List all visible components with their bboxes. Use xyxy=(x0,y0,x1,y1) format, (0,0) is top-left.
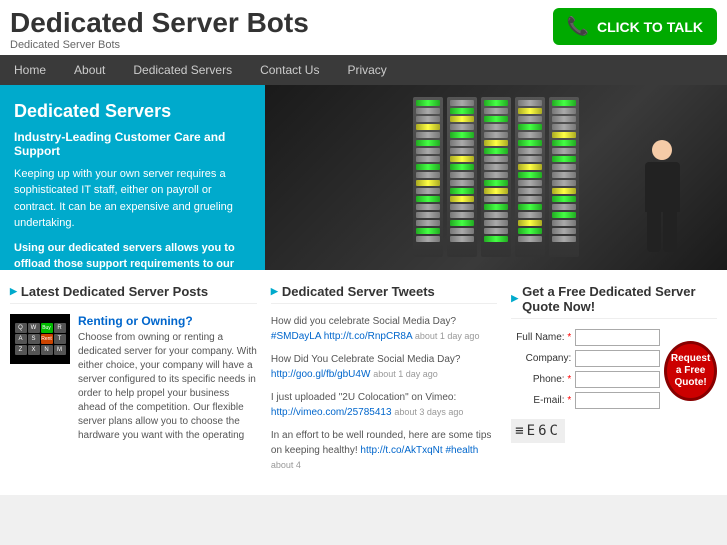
nav-dedicated-servers[interactable]: Dedicated Servers xyxy=(119,55,246,85)
tweet-2-text: How Did You Celebrate Social Media Day? xyxy=(271,354,461,365)
tweet-1-meta: about 1 day ago xyxy=(415,331,480,341)
company-row: Company: xyxy=(511,350,660,367)
hero-body1: Keeping up with your own server requires… xyxy=(14,166,251,232)
cta-label: CLICK TO TALK xyxy=(597,19,703,35)
tweet-4-hashtag[interactable]: #health xyxy=(445,445,478,456)
tweet-3-link[interactable]: http://vimeo.com/25785413 xyxy=(271,407,392,418)
post-thumbnail: Q W Buy R A S Rent T Z X N M xyxy=(10,314,70,364)
nav-home[interactable]: Home xyxy=(0,55,60,85)
rack-4 xyxy=(515,97,545,257)
hero-title: Dedicated Servers xyxy=(14,101,251,122)
post-item: Q W Buy R A S Rent T Z X N M Renting or … xyxy=(10,314,257,443)
tweet-3-text: I just uploaded "2U Colocation" on Vimeo… xyxy=(271,392,456,403)
quote-form-area: Full Name: * Company: Phone: * E-mail: *… xyxy=(511,329,717,413)
tweet-1: How did you celebrate Social Media Day? … xyxy=(271,314,497,344)
key-m: M xyxy=(54,345,66,355)
company-label: Company: xyxy=(511,353,571,364)
key-z: Z xyxy=(15,345,27,355)
phone-required: * xyxy=(567,374,571,385)
fullname-required: * xyxy=(567,332,571,343)
site-title: Dedicated Server Bots xyxy=(10,8,309,39)
tweet-4-link[interactable]: http://t.co/AkTxqNt xyxy=(360,445,442,456)
nav-privacy[interactable]: Privacy xyxy=(333,55,400,85)
tweets-column: Dedicated Server Tweets How did you cele… xyxy=(271,284,497,481)
post-body: Choose from owning or renting a dedicate… xyxy=(78,331,257,443)
tweet-2: How Did You Celebrate Social Media Day? … xyxy=(271,352,497,382)
tweets-title: Dedicated Server Tweets xyxy=(271,284,497,304)
email-label: E-mail: * xyxy=(511,395,571,406)
tweet-1-link[interactable]: http://t.co/RnpCR8A xyxy=(324,331,412,342)
phone-input[interactable] xyxy=(575,371,660,388)
tweet-4-meta: about 4 xyxy=(271,460,301,470)
request-quote-button[interactable]: Request a Free Quote! xyxy=(664,341,717,401)
fullname-label: Full Name: * xyxy=(511,332,571,343)
captcha: ≡E6C xyxy=(511,419,565,443)
tweet-3-meta: about 3 days ago xyxy=(394,407,463,417)
phone-label: Phone: * xyxy=(511,374,571,385)
tweet-2-meta: about 1 day ago xyxy=(373,369,438,379)
key-rent: Rent xyxy=(41,334,53,344)
hero-subtitle: Industry-Leading Customer Care and Suppo… xyxy=(14,130,251,158)
rack-1 xyxy=(413,97,443,257)
rack-5 xyxy=(549,97,579,257)
rack-2 xyxy=(447,97,477,257)
phone-row: Phone: * xyxy=(511,371,660,388)
tweet-2-link[interactable]: http://goo.gl/fb/gbU4W xyxy=(271,369,371,380)
key-a: A xyxy=(15,334,27,344)
fullname-row: Full Name: * xyxy=(511,329,660,346)
quote-form-fields: Full Name: * Company: Phone: * E-mail: * xyxy=(511,329,660,413)
phone-icon: 📞 xyxy=(567,16,589,37)
key-x: X xyxy=(28,345,40,355)
content-section: Latest Dedicated Server Posts Q W Buy R … xyxy=(0,270,727,495)
quote-title: Get a Free Dedicated Server Quote Now! xyxy=(522,284,717,314)
tweet-1-hashtag[interactable]: #SMDayLA xyxy=(271,331,321,342)
tweet-1-text: How did you celebrate Social Media Day? xyxy=(271,316,456,327)
email-required: * xyxy=(567,395,571,406)
email-row: E-mail: * xyxy=(511,392,660,409)
key-r: R xyxy=(54,323,66,333)
person-figure xyxy=(627,140,697,270)
tweet-3: I just uploaded "2U Colocation" on Vimeo… xyxy=(271,390,497,420)
key-q: Q xyxy=(15,323,27,333)
site-subtitle: Dedicated Server Bots xyxy=(10,39,309,51)
key-buy: Buy xyxy=(41,323,53,333)
site-header: Dedicated Server Bots Dedicated Server B… xyxy=(0,0,727,55)
key-w: W xyxy=(28,323,40,333)
key-n: N xyxy=(41,345,53,355)
posts-column: Latest Dedicated Server Posts Q W Buy R … xyxy=(10,284,257,481)
nav-contact[interactable]: Contact Us xyxy=(246,55,333,85)
click-to-talk-button[interactable]: 📞 CLICK TO TALK xyxy=(553,8,717,45)
rack-3 xyxy=(481,97,511,257)
company-input[interactable] xyxy=(575,350,660,367)
hero-section: Dedicated Servers Industry-Leading Custo… xyxy=(0,85,727,270)
tweet-4: In an effort to be well rounded, here ar… xyxy=(271,428,497,473)
main-nav: Home About Dedicated Servers Contact Us … xyxy=(0,55,727,85)
keyboard-visual: Q W Buy R A S Rent T Z X N M xyxy=(15,323,66,355)
key-t: T xyxy=(54,334,66,344)
server-racks xyxy=(403,85,589,270)
quote-column: Get a Free Dedicated Server Quote Now! F… xyxy=(511,284,717,481)
posts-title: Latest Dedicated Server Posts xyxy=(10,284,257,304)
nav-about[interactable]: About xyxy=(60,55,119,85)
server-image xyxy=(265,85,727,270)
fullname-input[interactable] xyxy=(575,329,660,346)
quote-col-header: Get a Free Dedicated Server Quote Now! xyxy=(511,284,717,319)
key-s: S xyxy=(28,334,40,344)
hero-body2: Using our dedicated servers allows you t… xyxy=(14,240,251,290)
email-input[interactable] xyxy=(575,392,660,409)
hero-text-panel: Dedicated Servers Industry-Leading Custo… xyxy=(0,85,265,270)
post-content: Renting or Owning? Choose from owning or… xyxy=(78,314,257,443)
post-title[interactable]: Renting or Owning? xyxy=(78,314,257,328)
hero-image-panel xyxy=(265,85,727,270)
